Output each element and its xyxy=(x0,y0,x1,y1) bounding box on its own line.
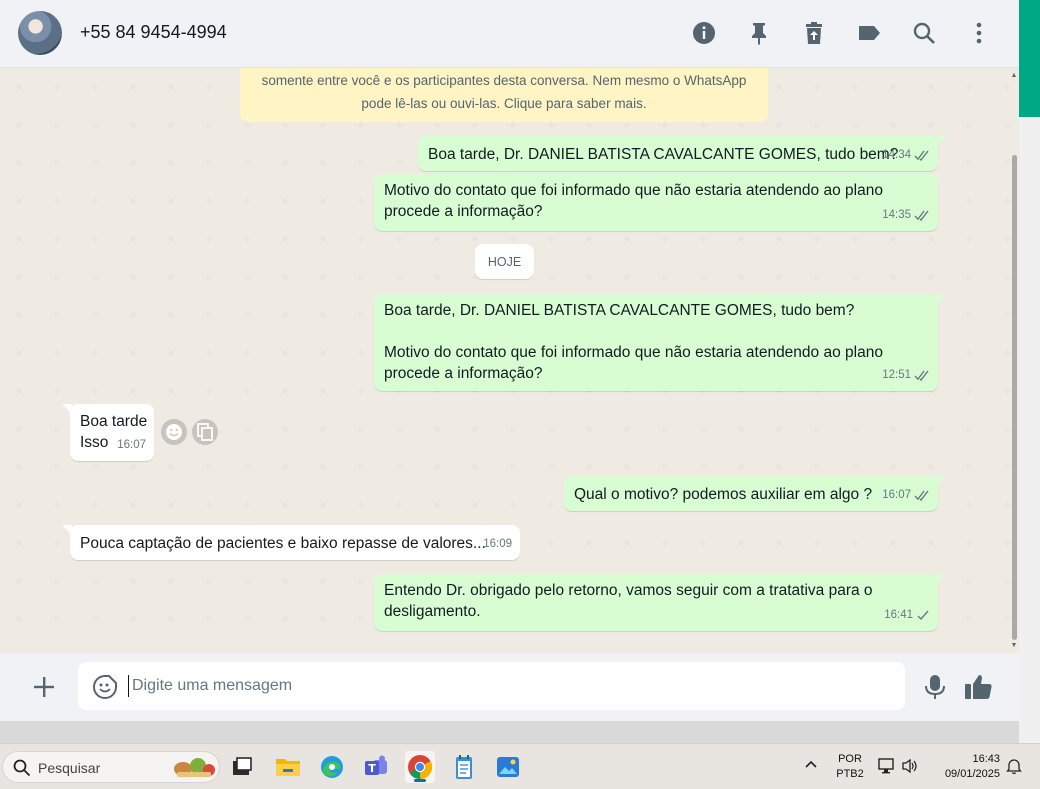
react-emoji-icon[interactable] xyxy=(161,419,187,445)
network-monitor-icon[interactable] xyxy=(878,758,896,779)
bubble-tail xyxy=(62,404,72,414)
bubble-tail xyxy=(936,574,946,584)
message-text: Pouca captação de pacientes e baixo repa… xyxy=(80,535,486,552)
notepad-app-icon[interactable] xyxy=(449,751,479,783)
photos-app-icon[interactable] xyxy=(493,751,523,783)
message-bubble-outgoing[interactable]: Motivo do contato que foi informado que … xyxy=(374,174,938,231)
contact-avatar[interactable] xyxy=(18,11,62,55)
search-highlight-icon xyxy=(171,755,217,779)
clock-date: 09/01/2025 xyxy=(944,768,1000,780)
speaker-icon[interactable] xyxy=(901,758,919,779)
text-caret xyxy=(128,675,129,697)
message-bubble-incoming[interactable]: Boa tarde Isso 16:07 xyxy=(62,404,154,461)
double-check-icon xyxy=(914,370,930,381)
message-meta: 16:07 xyxy=(117,435,146,456)
whatsapp-window: +55 84 9454-4994 somente entre você e os… xyxy=(0,0,1019,721)
search-icon[interactable] xyxy=(909,18,939,48)
input-language-indicator[interactable]: POR PTB2 xyxy=(834,752,866,782)
teams-app-icon[interactable]: T xyxy=(361,751,391,783)
message-time: 16:09 xyxy=(483,538,512,550)
language-code: POR xyxy=(838,753,862,765)
active-app-indicator xyxy=(414,779,426,782)
message-time: 14:34 xyxy=(882,149,911,161)
message-bubble-outgoing[interactable]: Qual o motivo? podemos auxiliar em algo … xyxy=(564,476,946,511)
message-input-box[interactable] xyxy=(78,662,905,710)
windows-taskbar: Pesquisar T POR PTB2 16:43 09/01/2025 xyxy=(0,743,1040,789)
encryption-notice-line: somente entre você e os participantes de… xyxy=(261,73,747,88)
encryption-notice-line: pode lê-las ou ouvi-las. Clique para sab… xyxy=(361,96,647,111)
contact-name[interactable]: +55 84 9454-4994 xyxy=(80,22,227,43)
message-time: 14:35 xyxy=(882,209,911,221)
chrome-app-icon[interactable] xyxy=(405,751,435,783)
message-time: 16:41 xyxy=(884,609,913,621)
bubble-tail xyxy=(936,476,946,486)
bubble-tail xyxy=(936,294,946,304)
scroll-down-arrow-icon[interactable]: ▼ xyxy=(1010,642,1018,650)
clock-time: 16:43 xyxy=(972,753,1000,765)
message-time: 16:07 xyxy=(882,489,911,501)
taskbar-search[interactable]: Pesquisar xyxy=(2,751,220,783)
thumbs-up-icon[interactable] xyxy=(963,673,995,703)
message-list[interactable]: somente entre você e os participantes de… xyxy=(0,68,1019,653)
composer xyxy=(0,653,1019,721)
message-bubble-incoming[interactable]: Pouca captação de pacientes e baixo repa… xyxy=(62,525,520,560)
forward-copy-icon[interactable] xyxy=(192,419,218,445)
sticker-icon[interactable] xyxy=(92,674,118,700)
microphone-icon[interactable] xyxy=(922,673,948,701)
message-time: 12:51 xyxy=(882,369,911,381)
taskbar-clock[interactable]: 16:43 09/01/2025 xyxy=(930,752,1000,782)
scrollbar-thumb[interactable] xyxy=(1012,155,1017,640)
scroll-up-arrow-icon[interactable]: ▲ xyxy=(1010,72,1018,80)
message-bubble-outgoing[interactable]: Boa tarde, Dr. DANIEL BATISTA CAVALCANTE… xyxy=(418,136,946,171)
accent-strip xyxy=(1019,0,1040,117)
message-meta: 14:35 xyxy=(882,205,930,226)
taskbar-search-label: Pesquisar xyxy=(38,760,101,776)
bubble-tail xyxy=(936,136,946,146)
search-icon xyxy=(13,759,31,782)
message-bubble-outgoing[interactable]: Boa tarde, Dr. DANIEL BATISTA CAVALCANTE… xyxy=(374,294,946,391)
message-text: Qual o motivo? podemos auxiliar em algo … xyxy=(574,486,873,503)
attach-plus-icon[interactable] xyxy=(30,673,58,701)
message-text: Entendo Dr. obrigado pelo retorno, vamos… xyxy=(384,582,873,620)
message-meta: 12:51 xyxy=(882,365,930,386)
message-bubble-outgoing[interactable]: Entendo Dr. obrigado pelo retorno, vamos… xyxy=(374,574,946,631)
info-icon[interactable] xyxy=(689,18,719,48)
message-meta: 16:41 xyxy=(884,605,930,626)
bubble-tail xyxy=(62,525,72,535)
message-text: Boa tarde, Dr. DANIEL BATISTA CAVALCANTE… xyxy=(384,302,883,382)
svg-text:T: T xyxy=(368,762,376,775)
encryption-notice[interactable]: somente entre você e os participantes de… xyxy=(240,68,768,122)
message-meta: 14:34 xyxy=(882,145,930,166)
message-time: 16:07 xyxy=(117,439,146,451)
chevron-up-icon[interactable] xyxy=(804,758,818,772)
background-window-edge xyxy=(1019,0,1040,743)
edge-browser-app-icon[interactable] xyxy=(317,751,347,783)
delete-icon[interactable] xyxy=(799,18,829,48)
message-meta: 16:07 xyxy=(882,485,930,506)
taskview-app-icon[interactable] xyxy=(227,751,257,783)
notification-bell-icon[interactable] xyxy=(1006,758,1022,779)
file-explorer-app-icon[interactable] xyxy=(273,751,303,783)
menu-icon[interactable] xyxy=(964,18,994,48)
message-text: Boa tarde, Dr. DANIEL BATISTA CAVALCANTE… xyxy=(428,146,899,163)
message-meta: 16:09 xyxy=(483,534,512,555)
double-check-icon xyxy=(914,490,930,501)
keyboard-layout: PTB2 xyxy=(836,768,864,780)
chat-header: +55 84 9454-4994 xyxy=(0,0,1019,68)
label-icon[interactable] xyxy=(854,18,884,48)
single-check-icon xyxy=(916,610,930,621)
message-input[interactable] xyxy=(132,670,892,702)
double-check-icon xyxy=(914,150,930,161)
double-check-icon xyxy=(914,210,930,221)
message-text: Motivo do contato que foi informado que … xyxy=(384,182,883,220)
pin-icon[interactable] xyxy=(744,18,774,48)
date-separator: HOJE xyxy=(475,244,534,279)
